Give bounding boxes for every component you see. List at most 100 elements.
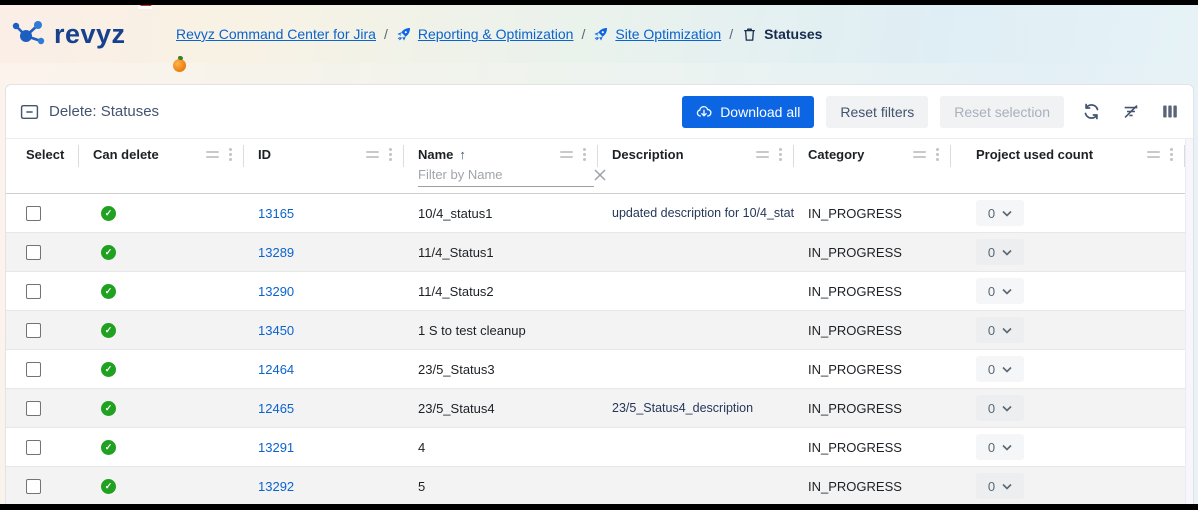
row-checkbox[interactable] bbox=[26, 440, 41, 455]
refresh-icon[interactable] bbox=[1080, 100, 1103, 123]
breadcrumb-command-center-link[interactable]: Revyz Command Center for Jira bbox=[176, 26, 376, 42]
chevron-down-icon bbox=[1002, 288, 1012, 295]
status-id-link[interactable]: 13165 bbox=[258, 206, 294, 221]
tangerine-icon bbox=[173, 59, 186, 72]
project-used-count-dropdown[interactable]: 0 bbox=[976, 434, 1024, 460]
row-checkbox[interactable] bbox=[26, 401, 41, 416]
status-category: IN_PROGRESS bbox=[808, 401, 902, 416]
filter-bars-icon[interactable] bbox=[206, 151, 219, 158]
column-menu-icon[interactable] bbox=[583, 148, 586, 161]
status-name: 10/4_status1 bbox=[418, 206, 492, 221]
breadcrumb-site-optimization-link[interactable]: Site Optimization bbox=[615, 26, 721, 42]
can-delete-check-icon: ✓ bbox=[101, 440, 116, 455]
card-title-text: Delete: Statuses bbox=[49, 103, 159, 120]
chevron-down-icon bbox=[1002, 444, 1012, 451]
name-filter-input[interactable] bbox=[418, 167, 594, 182]
can-delete-check-icon: ✓ bbox=[101, 401, 116, 416]
column-menu-icon[interactable] bbox=[389, 148, 392, 161]
card-title: Delete: Statuses bbox=[20, 103, 159, 120]
filter-off-icon[interactable] bbox=[1119, 100, 1143, 123]
statuses-card: Delete: Statuses Download all Reset filt… bbox=[5, 84, 1194, 505]
status-name: 4 bbox=[418, 440, 425, 455]
logo-text: revyz bbox=[54, 19, 126, 50]
filter-bars-icon[interactable] bbox=[1147, 151, 1160, 158]
project-used-count-dropdown[interactable]: 0 bbox=[976, 278, 1024, 304]
status-id-link[interactable]: 13290 bbox=[258, 284, 294, 299]
chevron-down-icon bbox=[1002, 483, 1012, 490]
chevron-down-icon bbox=[1002, 327, 1012, 334]
column-menu-icon[interactable] bbox=[229, 148, 232, 161]
status-id-link[interactable]: 13291 bbox=[258, 440, 294, 455]
column-menu-icon[interactable] bbox=[936, 148, 939, 161]
project-used-count-dropdown[interactable]: 0 bbox=[976, 239, 1024, 265]
project-used-count-dropdown[interactable]: 0 bbox=[976, 395, 1024, 421]
breadcrumb-reporting-link[interactable]: Reporting & Optimization bbox=[418, 26, 574, 42]
status-category: IN_PROGRESS bbox=[808, 362, 902, 377]
project-used-count-dropdown[interactable]: 0 bbox=[976, 200, 1024, 226]
status-id-link[interactable]: 13289 bbox=[258, 245, 294, 260]
row-checkbox[interactable] bbox=[26, 206, 41, 221]
chevron-down-icon bbox=[1002, 366, 1012, 373]
row-checkbox[interactable] bbox=[26, 362, 41, 377]
can-delete-check-icon: ✓ bbox=[101, 362, 116, 377]
filter-bars-icon[interactable] bbox=[560, 151, 573, 158]
can-delete-check-icon: ✓ bbox=[101, 284, 116, 299]
project-used-count-dropdown[interactable]: 0 bbox=[976, 356, 1024, 382]
row-checkbox[interactable] bbox=[26, 323, 41, 338]
table-row: ✓ 12464 23/5_Status3 IN_PROGRESS 0 bbox=[6, 350, 1185, 389]
card-toolbar: Delete: Statuses Download all Reset filt… bbox=[6, 85, 1193, 139]
column-menu-icon[interactable] bbox=[779, 148, 782, 161]
column-header-id: ID bbox=[244, 139, 404, 193]
rocket-icon bbox=[593, 26, 609, 42]
status-name: 5 bbox=[418, 479, 425, 494]
status-category: IN_PROGRESS bbox=[808, 323, 902, 338]
columns-icon[interactable] bbox=[1159, 101, 1181, 122]
table-row: ✓ 13292 5 IN_PROGRESS 0 bbox=[6, 467, 1185, 505]
column-header-description: Description bbox=[598, 139, 794, 193]
row-checkbox[interactable] bbox=[26, 479, 41, 494]
column-header-category: Category bbox=[794, 139, 951, 193]
project-used-count-dropdown[interactable]: 0 bbox=[976, 317, 1024, 343]
download-all-button[interactable]: Download all bbox=[682, 96, 814, 128]
status-id-link[interactable]: 12464 bbox=[258, 362, 294, 377]
revyz-logo: revyz bbox=[10, 5, 160, 63]
table-row: ✓ 12465 23/5_Status4 23/5_Status4_descri… bbox=[6, 389, 1185, 428]
breadcrumb-current-page: Statuses bbox=[764, 26, 822, 42]
reset-filters-button[interactable]: Reset filters bbox=[826, 96, 928, 128]
statuses-grid: Select Can delete ID bbox=[6, 139, 1193, 505]
status-name: 11/4_Status1 bbox=[418, 245, 494, 260]
status-name: 1 S to test cleanup bbox=[418, 323, 526, 338]
status-name: 11/4_Status2 bbox=[418, 284, 494, 299]
reset-selection-button[interactable]: Reset selection bbox=[940, 96, 1064, 128]
status-id-link[interactable]: 12465 bbox=[258, 401, 294, 416]
app-header: revyz Revyz Command Center for Jira / Re… bbox=[0, 5, 1198, 63]
chevron-down-icon bbox=[1002, 405, 1012, 412]
filter-bars-icon[interactable] bbox=[366, 151, 379, 158]
sort-ascending-icon: ↑ bbox=[459, 147, 466, 162]
can-delete-check-icon: ✓ bbox=[101, 323, 116, 338]
column-menu-icon[interactable] bbox=[1170, 148, 1173, 161]
breadcrumb-separator: / bbox=[729, 26, 733, 42]
column-header-name[interactable]: Name ↑ bbox=[404, 139, 598, 193]
breadcrumb-separator: / bbox=[384, 26, 388, 42]
window-top-edge bbox=[0, 0, 1198, 5]
filter-bars-icon[interactable] bbox=[756, 151, 769, 158]
row-checkbox[interactable] bbox=[26, 245, 41, 260]
filter-bars-icon[interactable] bbox=[913, 151, 926, 158]
table-header: Select Can delete ID bbox=[6, 139, 1185, 194]
table-row: ✓ 13291 4 IN_PROGRESS 0 bbox=[6, 428, 1185, 467]
status-id-link[interactable]: 13450 bbox=[258, 323, 294, 338]
column-header-can-delete: Can delete bbox=[79, 139, 244, 193]
status-category: IN_PROGRESS bbox=[808, 206, 902, 221]
row-checkbox[interactable] bbox=[26, 284, 41, 299]
cloud-download-icon bbox=[696, 104, 712, 120]
status-description: 23/5_Status4_description bbox=[612, 401, 753, 415]
chevron-down-icon bbox=[1002, 249, 1012, 256]
vertical-scrollbar[interactable] bbox=[1185, 139, 1193, 505]
chevron-down-icon bbox=[1002, 210, 1012, 217]
status-name: 23/5_Status3 bbox=[418, 362, 495, 377]
project-used-count-dropdown[interactable]: 0 bbox=[976, 473, 1024, 499]
status-category: IN_PROGRESS bbox=[808, 440, 902, 455]
status-id-link[interactable]: 13292 bbox=[258, 479, 294, 494]
can-delete-check-icon: ✓ bbox=[101, 479, 116, 494]
